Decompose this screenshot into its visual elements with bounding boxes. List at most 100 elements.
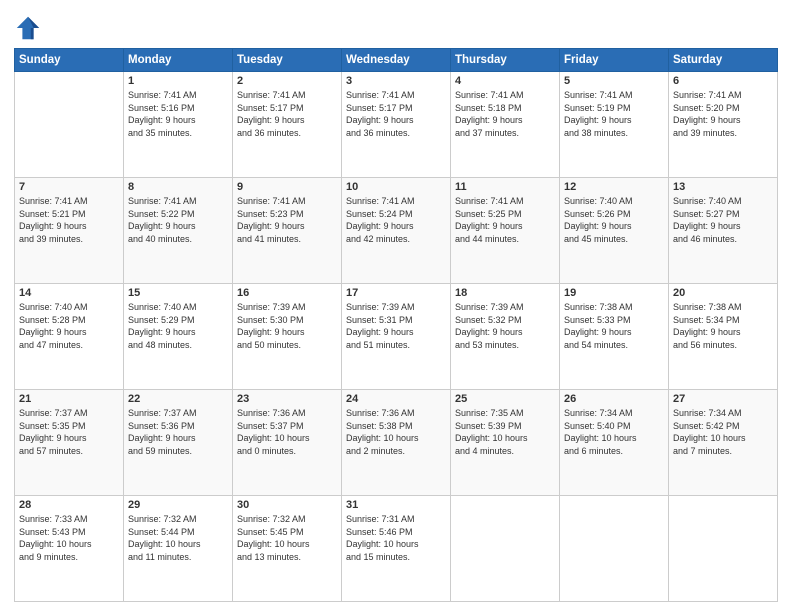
week-row-3: 21 Sunrise: 7:37 AM Sunset: 5:35 PM Dayli… xyxy=(15,390,778,496)
cell-content: Sunrise: 7:35 AM Sunset: 5:39 PM Dayligh… xyxy=(455,407,555,457)
cell-content: Sunrise: 7:40 AM Sunset: 5:28 PM Dayligh… xyxy=(19,301,119,351)
column-header-wednesday: Wednesday xyxy=(342,49,451,72)
calendar-cell: 20 Sunrise: 7:38 AM Sunset: 5:34 PM Dayli… xyxy=(669,284,778,390)
cell-content: Sunrise: 7:38 AM Sunset: 5:33 PM Dayligh… xyxy=(564,301,664,351)
calendar-cell: 23 Sunrise: 7:36 AM Sunset: 5:37 PM Dayli… xyxy=(233,390,342,496)
calendar-cell: 6Sunrise: 7:41 AM Sunset: 5:20 PM Daylig… xyxy=(669,72,778,178)
calendar-cell: 24 Sunrise: 7:36 AM Sunset: 5:38 PM Dayli… xyxy=(342,390,451,496)
calendar-cell: 12 Sunrise: 7:40 AM Sunset: 5:26 PM Dayli… xyxy=(560,178,669,284)
cell-content: Sunrise: 7:40 AM Sunset: 5:27 PM Dayligh… xyxy=(673,195,773,245)
day-number: 10 xyxy=(346,181,446,193)
day-number: 4 xyxy=(455,75,555,87)
cell-content: Sunrise: 7:41 AM Sunset: 5:20 PM Dayligh… xyxy=(673,89,773,139)
column-header-friday: Friday xyxy=(560,49,669,72)
cell-content: Sunrise: 7:39 AM Sunset: 5:30 PM Dayligh… xyxy=(237,301,337,351)
day-number: 27 xyxy=(673,393,773,405)
calendar-cell: 27 Sunrise: 7:34 AM Sunset: 5:42 PM Dayli… xyxy=(669,390,778,496)
day-number: 30 xyxy=(237,499,337,511)
calendar-cell: 22 Sunrise: 7:37 AM Sunset: 5:36 PM Dayli… xyxy=(124,390,233,496)
calendar-cell: 21 Sunrise: 7:37 AM Sunset: 5:35 PM Dayli… xyxy=(15,390,124,496)
week-row-1: 7 Sunrise: 7:41 AM Sunset: 5:21 PM Daylig… xyxy=(15,178,778,284)
cell-content: Sunrise: 7:36 AM Sunset: 5:38 PM Dayligh… xyxy=(346,407,446,457)
calendar-cell: 3 Sunrise: 7:41 AM Sunset: 5:17 PM Daylig… xyxy=(342,72,451,178)
day-number: 5 xyxy=(564,75,664,87)
cell-content: Sunrise: 7:38 AM Sunset: 5:34 PM Dayligh… xyxy=(673,301,773,351)
calendar-cell: 2Sunrise: 7:41 AM Sunset: 5:17 PM Daylig… xyxy=(233,72,342,178)
week-row-2: 14 Sunrise: 7:40 AM Sunset: 5:28 PM Dayli… xyxy=(15,284,778,390)
calendar-cell: 8 Sunrise: 7:41 AM Sunset: 5:22 PM Daylig… xyxy=(124,178,233,284)
day-number: 18 xyxy=(455,287,555,299)
calendar-cell: 17 Sunrise: 7:39 AM Sunset: 5:31 PM Dayli… xyxy=(342,284,451,390)
week-row-4: 28Sunrise: 7:33 AM Sunset: 5:43 PM Dayli… xyxy=(15,496,778,602)
cell-content: Sunrise: 7:41 AM Sunset: 5:24 PM Dayligh… xyxy=(346,195,446,245)
logo-icon xyxy=(14,14,42,42)
day-number: 21 xyxy=(19,393,119,405)
calendar-cell: 15 Sunrise: 7:40 AM Sunset: 5:29 PM Dayli… xyxy=(124,284,233,390)
cell-content: Sunrise: 7:41 AM Sunset: 5:22 PM Dayligh… xyxy=(128,195,228,245)
cell-content: Sunrise: 7:40 AM Sunset: 5:26 PM Dayligh… xyxy=(564,195,664,245)
calendar-cell xyxy=(560,496,669,602)
calendar-cell: 14 Sunrise: 7:40 AM Sunset: 5:28 PM Dayli… xyxy=(15,284,124,390)
calendar-cell: 19 Sunrise: 7:38 AM Sunset: 5:33 PM Dayli… xyxy=(560,284,669,390)
cell-content: Sunrise: 7:40 AM Sunset: 5:29 PM Dayligh… xyxy=(128,301,228,351)
day-number: 19 xyxy=(564,287,664,299)
day-number: 28 xyxy=(19,499,119,511)
day-number: 1 xyxy=(128,75,228,87)
day-number: 31 xyxy=(346,499,446,511)
calendar-cell: 18 Sunrise: 7:39 AM Sunset: 5:32 PM Dayli… xyxy=(451,284,560,390)
calendar-cell: 16 Sunrise: 7:39 AM Sunset: 5:30 PM Dayli… xyxy=(233,284,342,390)
logo xyxy=(14,14,46,42)
day-number: 8 xyxy=(128,181,228,193)
day-number: 14 xyxy=(19,287,119,299)
day-number: 25 xyxy=(455,393,555,405)
calendar-cell: 26Sunrise: 7:34 AM Sunset: 5:40 PM Dayli… xyxy=(560,390,669,496)
calendar-table: SundayMondayTuesdayWednesdayThursdayFrid… xyxy=(14,48,778,602)
calendar-cell: 7 Sunrise: 7:41 AM Sunset: 5:21 PM Daylig… xyxy=(15,178,124,284)
calendar-cell: 5 Sunrise: 7:41 AM Sunset: 5:19 PM Daylig… xyxy=(560,72,669,178)
day-number: 22 xyxy=(128,393,228,405)
day-number: 7 xyxy=(19,181,119,193)
header xyxy=(14,10,778,42)
day-number: 16 xyxy=(237,287,337,299)
column-header-tuesday: Tuesday xyxy=(233,49,342,72)
day-number: 3 xyxy=(346,75,446,87)
day-number: 23 xyxy=(237,393,337,405)
column-header-sunday: Sunday xyxy=(15,49,124,72)
day-number: 9 xyxy=(237,181,337,193)
calendar-cell xyxy=(451,496,560,602)
calendar-cell: 10 Sunrise: 7:41 AM Sunset: 5:24 PM Dayli… xyxy=(342,178,451,284)
calendar-cell: 13Sunrise: 7:40 AM Sunset: 5:27 PM Dayli… xyxy=(669,178,778,284)
cell-content: Sunrise: 7:41 AM Sunset: 5:25 PM Dayligh… xyxy=(455,195,555,245)
calendar-cell xyxy=(15,72,124,178)
calendar-cell xyxy=(669,496,778,602)
day-number: 11 xyxy=(455,181,555,193)
cell-content: Sunrise: 7:39 AM Sunset: 5:31 PM Dayligh… xyxy=(346,301,446,351)
calendar-cell: 11 Sunrise: 7:41 AM Sunset: 5:25 PM Dayli… xyxy=(451,178,560,284)
day-number: 24 xyxy=(346,393,446,405)
cell-content: Sunrise: 7:41 AM Sunset: 5:23 PM Dayligh… xyxy=(237,195,337,245)
cell-content: Sunrise: 7:31 AM Sunset: 5:46 PM Dayligh… xyxy=(346,513,446,563)
calendar-cell: 28Sunrise: 7:33 AM Sunset: 5:43 PM Dayli… xyxy=(15,496,124,602)
day-number: 12 xyxy=(564,181,664,193)
cell-content: Sunrise: 7:37 AM Sunset: 5:35 PM Dayligh… xyxy=(19,407,119,457)
calendar-cell: 4 Sunrise: 7:41 AM Sunset: 5:18 PM Daylig… xyxy=(451,72,560,178)
calendar-header-row: SundayMondayTuesdayWednesdayThursdayFrid… xyxy=(15,49,778,72)
day-number: 20 xyxy=(673,287,773,299)
cell-content: Sunrise: 7:39 AM Sunset: 5:32 PM Dayligh… xyxy=(455,301,555,351)
cell-content: Sunrise: 7:41 AM Sunset: 5:21 PM Dayligh… xyxy=(19,195,119,245)
cell-content: Sunrise: 7:32 AM Sunset: 5:45 PM Dayligh… xyxy=(237,513,337,563)
day-number: 15 xyxy=(128,287,228,299)
page: SundayMondayTuesdayWednesdayThursdayFrid… xyxy=(0,0,792,612)
calendar-cell: 9 Sunrise: 7:41 AM Sunset: 5:23 PM Daylig… xyxy=(233,178,342,284)
cell-content: Sunrise: 7:41 AM Sunset: 5:17 PM Dayligh… xyxy=(237,89,337,139)
cell-content: Sunrise: 7:34 AM Sunset: 5:42 PM Dayligh… xyxy=(673,407,773,457)
column-header-thursday: Thursday xyxy=(451,49,560,72)
cell-content: Sunrise: 7:41 AM Sunset: 5:18 PM Dayligh… xyxy=(455,89,555,139)
cell-content: Sunrise: 7:41 AM Sunset: 5:19 PM Dayligh… xyxy=(564,89,664,139)
cell-content: Sunrise: 7:36 AM Sunset: 5:37 PM Dayligh… xyxy=(237,407,337,457)
calendar-cell: 1Sunrise: 7:41 AM Sunset: 5:16 PM Daylig… xyxy=(124,72,233,178)
calendar-cell: 29Sunrise: 7:32 AM Sunset: 5:44 PM Dayli… xyxy=(124,496,233,602)
cell-content: Sunrise: 7:41 AM Sunset: 5:17 PM Dayligh… xyxy=(346,89,446,139)
cell-content: Sunrise: 7:37 AM Sunset: 5:36 PM Dayligh… xyxy=(128,407,228,457)
day-number: 17 xyxy=(346,287,446,299)
